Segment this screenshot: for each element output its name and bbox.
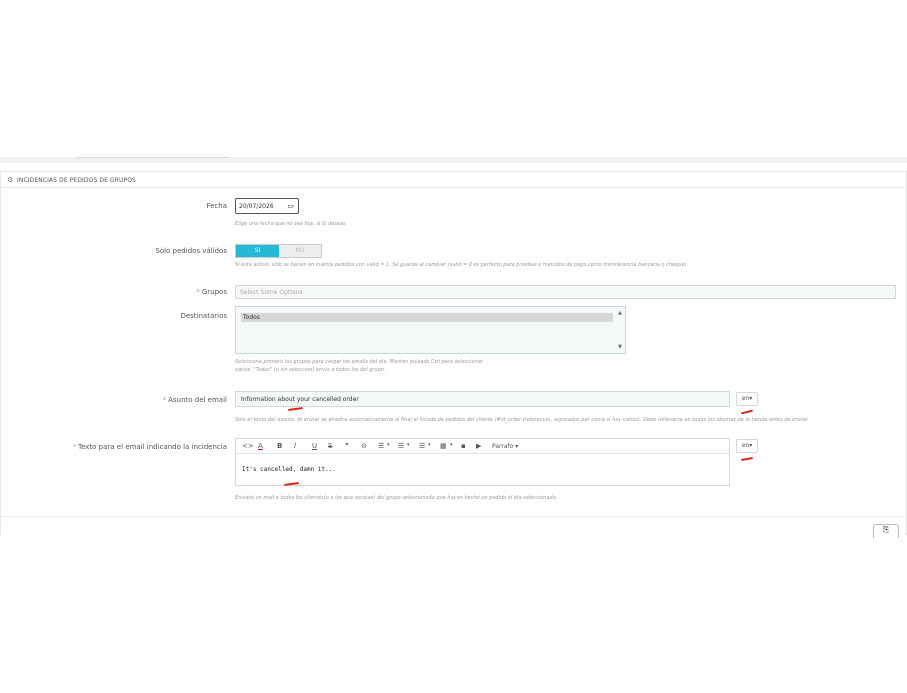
gears-icon: ⚙ [7, 176, 14, 184]
destinatarios-listbox[interactable]: Todos ▲ ▼ [235, 306, 626, 354]
required-marker: * [162, 396, 167, 404]
bullet-list-icon[interactable]: ☰ [398, 442, 404, 450]
image-icon[interactable]: ▪ [461, 442, 466, 450]
form-panel: ⚙ INCIDENCIAS DE PEDIDOS DE GRUPOS Fecha … [0, 171, 907, 538]
grupos-label: * Grupos [1, 288, 227, 296]
save-icon: ⎘ [882, 525, 890, 534]
editor-toolbar: <> A B I U S ❞ ⊝ ☰ ▾ ☰ ▾ ☰ ▾ ▦ ▾ ▪ ▶ Par… [236, 439, 729, 454]
source-code-icon[interactable]: <> [242, 442, 254, 450]
chevron-down-icon[interactable]: ▾ [407, 442, 410, 448]
tab-strip [0, 157, 907, 163]
caret-down-icon: ▾ [749, 395, 753, 402]
grupos-label-text: Grupos [201, 288, 227, 296]
calendar-icon[interactable]: ▭ [287, 202, 294, 210]
rich-text-editor[interactable]: <> A B I U S ❞ ⊝ ☰ ▾ ☰ ▾ ☰ ▾ ▦ ▾ ▪ ▶ Par… [235, 438, 730, 486]
panel-heading: ⚙ INCIDENCIAS DE PEDIDOS DE GRUPOS [1, 172, 906, 188]
chevron-down-icon[interactable]: ▾ [428, 442, 431, 448]
chevron-down-icon[interactable]: ▾ [387, 442, 390, 448]
solo-validos-help: Si esta activo, solo se tienen en cuenta… [235, 262, 689, 268]
fecha-date-input[interactable]: 20/07/2026 ▭ [235, 198, 299, 214]
tab-underline [164, 157, 230, 158]
blockquote-icon[interactable]: ❞ [345, 442, 349, 450]
solo-validos-switch[interactable]: SI NO [235, 244, 322, 258]
panel-title: INCIDENCIAS DE PEDIDOS DE GRUPOS [17, 177, 136, 184]
texto-help: Enviará un mail a todos los clientes(o a… [235, 495, 558, 501]
media-icon[interactable]: ▶ [476, 442, 481, 450]
link-icon[interactable]: ⊝ [361, 442, 367, 450]
asunto-label-text: Asunto del email [168, 396, 227, 404]
block-format-label: Parrafo [492, 443, 514, 450]
text-color-icon[interactable]: A [258, 442, 263, 450]
footer-separator [1, 516, 906, 517]
texto-language-dropdown[interactable]: en▾ [736, 439, 758, 453]
destinatarios-help-line1: Selecciona primero los grupos para carga… [235, 359, 483, 365]
block-format-dropdown[interactable]: Parrafo ▾ [492, 443, 518, 450]
switch-off-option[interactable]: NO [279, 245, 321, 257]
fecha-value: 20/07/2026 [239, 203, 274, 210]
required-marker: * [196, 288, 200, 296]
solo-validos-label: Solo pedidos válidos [155, 247, 227, 255]
texto-label: * Texto para el email indicando la incide… [1, 443, 228, 451]
asunto-language-dropdown[interactable]: en▾ [736, 392, 758, 406]
bold-icon[interactable]: B [277, 442, 282, 450]
scroll-down-icon[interactable]: ▼ [618, 344, 622, 350]
destinatarios-option-todos[interactable]: Todos [241, 313, 613, 322]
annotation-mark [287, 406, 304, 412]
italic-icon[interactable]: I [294, 442, 296, 450]
caret-down-icon: ▾ [749, 442, 753, 449]
grupos-select[interactable]: Select Some Options [235, 285, 896, 299]
required-marker: * [72, 443, 77, 451]
asunto-help: Solo el texto del asunto. Al enviar se a… [235, 417, 809, 423]
table-icon[interactable]: ▦ [440, 442, 447, 450]
editor-body-text[interactable]: It's cancelled, damn it... [242, 466, 336, 473]
save-button[interactable]: ⎘ [873, 524, 899, 538]
destinatarios-label: Destinatarios [180, 312, 227, 320]
fecha-help: Elige una fecha que no sea hoy, si lo de… [235, 221, 346, 227]
underline-icon[interactable]: U [312, 442, 317, 450]
asunto-label: * Asunto del email [1, 396, 227, 404]
annotation-mark [740, 456, 754, 462]
fecha-label: Fecha [206, 202, 227, 210]
scroll-up-icon[interactable]: ▲ [618, 310, 622, 316]
destinatarios-help-line2: varios. "Todos" (o sin seleccion) envia … [235, 367, 386, 373]
asunto-input[interactable]: Information about your cancelled order [235, 391, 730, 407]
switch-on-option[interactable]: SI [236, 245, 279, 257]
strikethrough-icon[interactable]: S [328, 442, 332, 450]
chevron-down-icon[interactable]: ▾ [450, 442, 453, 448]
align-icon[interactable]: ☰ [378, 442, 384, 450]
numbered-list-icon[interactable]: ☰ [419, 442, 425, 450]
annotation-mark [740, 409, 754, 415]
texto-label-text: Texto para el email indicando la inciden… [78, 443, 227, 451]
tab-underline [76, 157, 164, 158]
